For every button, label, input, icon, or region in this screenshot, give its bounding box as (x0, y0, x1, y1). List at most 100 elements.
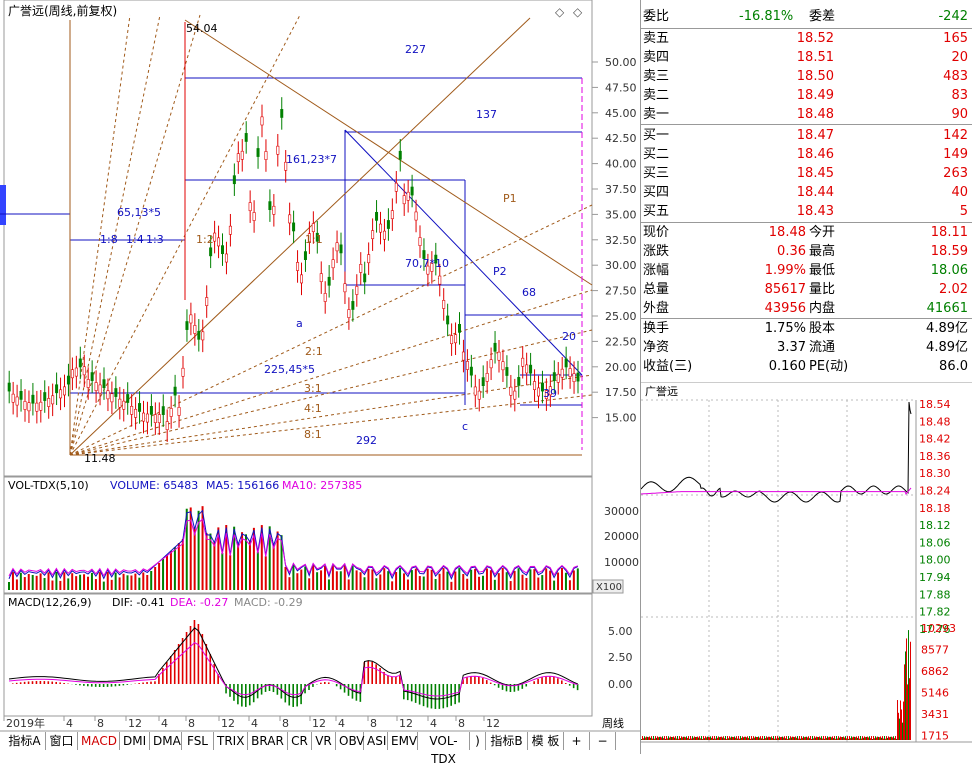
tab-4[interactable]: DMA (150, 732, 182, 750)
mini-price-tick: 18.30 (919, 467, 951, 480)
annotation-label: 227 (405, 43, 426, 56)
macd-value: MACD: -0.29 (234, 596, 303, 609)
annotation-label: 1:3 (146, 233, 164, 246)
annotation-label: 20 (562, 330, 576, 343)
low-label: 11.48 (84, 452, 116, 465)
time-tick: 12 (399, 717, 413, 730)
vol-axis-0: 30000 (604, 505, 639, 518)
candlesticks (8, 22, 579, 442)
vol-ma10: MA10: 257385 (282, 479, 362, 492)
value: 18.52 (797, 29, 834, 49)
macd-axis-0: 5.00 (608, 625, 633, 638)
value: 18.47 (797, 126, 834, 146)
mini-price-tick: 17.94 (919, 571, 951, 584)
volume: 90 (951, 105, 968, 125)
label: 买五 (643, 202, 669, 222)
tab-14[interactable]: ) (470, 732, 486, 750)
annotation-label: 1:4 (126, 233, 144, 246)
annotation-label: 4:1 (304, 402, 322, 415)
stat-l2: PE(动) (809, 357, 848, 377)
stat-l2: 量比 (809, 280, 835, 300)
tab-0[interactable]: 指标A (4, 732, 46, 750)
price-tick: 30.00 (605, 259, 637, 272)
tab-8[interactable]: CR (288, 732, 312, 750)
tab-2[interactable]: MACD (78, 732, 120, 750)
mini-vol-tick: 10293 (921, 622, 956, 635)
macd-axis-1: 2.50 (608, 651, 633, 664)
weibi-value: -16.81% (739, 7, 793, 27)
vol-axis-1: 20000 (604, 530, 639, 543)
tab-1[interactable]: 窗口 (46, 732, 78, 750)
stat-v1: 0.36 (777, 242, 806, 262)
tab-15[interactable]: 指标B (486, 732, 528, 750)
macd-dif: DIF: -0.41 (112, 596, 165, 609)
stat-l1: 净资 (643, 338, 669, 358)
stat-l1: 现价 (643, 223, 669, 243)
stat-l1: 涨跌 (643, 242, 669, 262)
annotation-label: 68 (522, 286, 536, 299)
annotation-label: 39 (543, 387, 557, 400)
annotation-label: 2:1 (305, 345, 323, 358)
volume: 142 (943, 126, 968, 146)
tab-18[interactable]: − (590, 732, 616, 750)
stat-row: 总量85617量比2.02 (641, 280, 972, 300)
buy-row: 买五18.435 (641, 202, 972, 222)
mini-price-tick: 18.18 (919, 502, 951, 515)
mini-vol-tick: 8577 (921, 644, 949, 657)
volume: 20 (951, 48, 968, 68)
tab-3[interactable]: DMI (120, 732, 150, 750)
price-tick: 17.50 (605, 386, 637, 399)
kline-chart-area[interactable]: 广誉远(周线,前复权) ◇ ◇ 50.0047.5045.0042.5040.0… (0, 0, 640, 754)
period-label[interactable]: 周线 (602, 716, 624, 730)
price-tick: 47.50 (605, 81, 637, 94)
time-tick: 4 (161, 717, 168, 730)
diamond-icon[interactable]: ◇ (555, 5, 565, 19)
tab-9[interactable]: VR (312, 732, 336, 750)
stat-v1: 0.160 (769, 357, 806, 377)
macd-dea: DEA: -0.27 (170, 596, 228, 609)
volume: 149 (943, 145, 968, 165)
stat-row: 换手1.75%股本4.89亿 (641, 319, 972, 339)
vol-title: VOL-TDX(5,10) (8, 479, 89, 492)
label: 买三 (643, 164, 669, 184)
macd-axis-2: 0.00 (608, 678, 633, 691)
tab-5[interactable]: FSL (182, 732, 214, 750)
sell-row: 卖三18.50483 (641, 67, 972, 87)
tab-11[interactable]: ASI (364, 732, 388, 750)
stat-l2: 股本 (809, 319, 835, 339)
tab-7[interactable]: BRAR (248, 732, 288, 750)
mini-price-tick: 18.48 (919, 415, 951, 428)
stat-v2: 2.02 (939, 280, 968, 300)
price-tick: 42.50 (605, 132, 637, 145)
time-tick: 12 (128, 717, 142, 730)
price-tick: 35.00 (605, 208, 637, 221)
tab-17[interactable]: + (564, 732, 590, 750)
price-tick: 40.00 (605, 158, 637, 171)
tab-13[interactable]: VOL-TDX (418, 732, 470, 750)
mini-price-tick: 18.12 (919, 519, 951, 532)
tab-10[interactable]: OBV (336, 732, 364, 750)
label: 卖四 (643, 48, 669, 68)
stat-l2: 最低 (809, 261, 835, 281)
stat-v1: 1.75% (765, 319, 806, 339)
tab-6[interactable]: TRIX (214, 732, 248, 750)
mini-price-tick: 17.88 (919, 588, 951, 601)
left-marker (0, 185, 6, 225)
time-tick: 12 (312, 717, 326, 730)
diamond-icon-2[interactable]: ◇ (573, 5, 583, 19)
label: 卖三 (643, 67, 669, 87)
mini-price-tick: 17.82 (919, 606, 951, 619)
annotation-label: 225,45*5 (264, 363, 315, 376)
tab-12[interactable]: EMV (388, 732, 418, 750)
time-tick: 8 (188, 717, 195, 730)
price-tick: 27.50 (605, 285, 637, 298)
volume: 40 (951, 183, 968, 203)
intraday-chart[interactable]: 广誉远 18.5418.4818.4218.3618.3018.2418.181… (641, 382, 972, 754)
label: 卖一 (643, 105, 669, 125)
stat-row: 现价18.48今开18.11 (641, 223, 972, 243)
stat-row: 净资3.37流通4.89亿 (641, 338, 972, 358)
vol-ma5: MA5: 156166 (206, 479, 279, 492)
tab-16[interactable]: 模 板 (528, 732, 564, 750)
sell-row: 卖二18.4983 (641, 86, 972, 106)
mini-vol-tick: 5146 (921, 687, 949, 700)
